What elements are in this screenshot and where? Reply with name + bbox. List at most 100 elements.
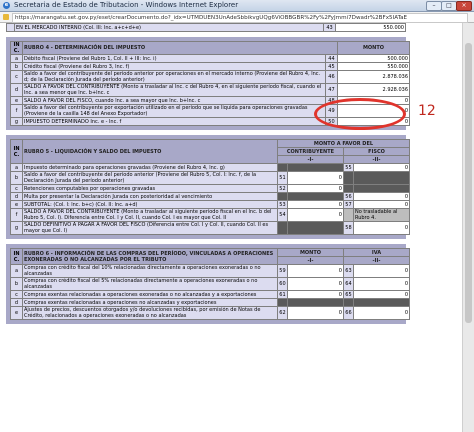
amount-field[interactable]: 0 xyxy=(286,290,344,299)
ie-icon: e xyxy=(3,2,10,9)
annotation-label: 12 xyxy=(418,103,436,119)
section-title: RUBRO 5 - LIQUIDACIÓN Y SALDO DEL IMPUES… xyxy=(22,139,278,164)
scrollbar-thumb[interactable] xyxy=(465,43,472,323)
row-label: Débito fiscal (Proviene del Rubro 1, Col… xyxy=(22,54,326,63)
amount-field[interactable]: 0 xyxy=(286,264,344,278)
box-number: 62 xyxy=(276,306,288,320)
amount-field[interactable]: 0 xyxy=(352,290,411,299)
row-inc: b xyxy=(10,277,23,291)
amount-field[interactable]: 2.878.036 xyxy=(337,70,410,84)
row-label: Saldo a favor del contribuyente del perí… xyxy=(22,171,278,185)
box-number xyxy=(276,221,288,235)
amount-field[interactable]: 0 xyxy=(352,163,411,172)
amount-field[interactable]: 0 xyxy=(352,221,411,235)
inc-header: INC. xyxy=(10,248,23,265)
table-row: a Débito fiscal (Proviene del Rubro 1, Co… xyxy=(10,54,410,63)
vertical-scrollbar[interactable] xyxy=(462,23,474,432)
disabled-cell xyxy=(286,163,344,172)
amount-field[interactable]: 0 xyxy=(352,264,411,278)
amount-field[interactable]: 0 xyxy=(286,277,344,291)
column-group-header: MONTO A FAVOR DEL xyxy=(276,139,411,148)
row-inc: c xyxy=(10,184,23,193)
row-inc: f xyxy=(10,104,23,118)
table-row: f SALDO A FAVOR DEL CONTRIBUYENTE (Monto … xyxy=(10,208,411,222)
box-number: 59 xyxy=(276,264,288,278)
amount-field[interactable]: 0 xyxy=(286,208,344,222)
row-inc: g xyxy=(10,221,23,235)
column-subheader: -II- xyxy=(342,155,411,164)
row-inc: g xyxy=(10,117,23,126)
annotation-circle xyxy=(314,98,406,130)
box-number: 46 xyxy=(324,70,339,84)
table-row: e Ajustes de precios, descuentos otorgado… xyxy=(10,306,411,320)
amount-field[interactable]: 0 xyxy=(352,277,411,291)
row-label: Compras exentas relacionadas a operacion… xyxy=(22,298,278,307)
box-number xyxy=(276,192,288,201)
column-header: MONTO xyxy=(337,41,410,55)
box-number: 54 xyxy=(276,208,288,222)
page-content: EN EL MERCADO INTERNO (Col. III: lnc. a+… xyxy=(0,23,474,432)
url-field[interactable]: https://marangatu.set.gov.py/eset/crearD… xyxy=(12,13,468,23)
box-number: 55 xyxy=(342,163,354,172)
amount-field[interactable]: 0 xyxy=(286,184,344,193)
disabled-cell xyxy=(352,184,411,193)
column-subheader: -I- xyxy=(276,155,344,164)
box-number: 60 xyxy=(276,277,288,291)
box-number: 66 xyxy=(342,306,354,320)
column-header: CONTRIBUYENTE xyxy=(276,147,344,156)
inc-header: INC. xyxy=(10,41,23,55)
box-number: 53 xyxy=(276,200,288,209)
box-number: 57 xyxy=(342,200,354,209)
row-label: Retenciones computables por operaciones … xyxy=(22,184,278,193)
disabled-cell xyxy=(352,171,411,185)
row-inc: a xyxy=(10,264,23,278)
amount-field[interactable]: 2.928.036 xyxy=(337,83,410,97)
row-inc: e xyxy=(10,96,23,105)
row-inc: c xyxy=(10,290,23,299)
row-label: SUBTOTAL: (Col. I: lnc. b+c) (Col. II: l… xyxy=(22,200,278,209)
row-label: Impuesto determinado para operaciones gr… xyxy=(22,163,278,172)
table-header: INC. RUBRO 5 - LIQUIDACIÓN Y SALDO DEL I… xyxy=(10,139,411,164)
close-button[interactable]: × xyxy=(456,1,472,11)
row-label: Compras con crédito fiscal del 5% relaci… xyxy=(22,277,278,291)
row-label: Compras con crédito fiscal del 10% relac… xyxy=(22,264,278,278)
row-inc: c xyxy=(10,70,23,84)
table-row: EN EL MERCADO INTERNO (Col. III: lnc. a+… xyxy=(6,23,406,32)
box-number xyxy=(276,298,288,307)
row-inc: b xyxy=(10,62,23,71)
maximize-button[interactable]: □ xyxy=(441,1,457,11)
box-number: 56 xyxy=(342,192,354,201)
minimize-button[interactable]: – xyxy=(426,1,442,11)
address-bar: https://marangatu.set.gov.py/eset/crearD… xyxy=(0,12,474,23)
amount-field[interactable]: 0 xyxy=(286,200,344,209)
amount-field[interactable]: 0 xyxy=(352,306,411,320)
box-number: 61 xyxy=(276,290,288,299)
row-inc: d xyxy=(10,83,23,97)
row-label: Crédito fiscal (Proviene del Rubro 3, ln… xyxy=(22,62,326,71)
box-number: 65 xyxy=(342,290,354,299)
box-number: 47 xyxy=(324,83,339,97)
amount-field[interactable]: 0 xyxy=(286,306,344,320)
note-text: No trasladable al Rubro 4. xyxy=(352,208,411,222)
amount-field[interactable]: 550.000 xyxy=(337,62,410,71)
table-row: b Saldo a favor del contribuyente del per… xyxy=(10,171,411,185)
amount-field[interactable]: 0 xyxy=(286,171,344,185)
row-label: SALDO A FAVOR DEL CONTRIBUYENTE (Monto a… xyxy=(22,83,326,97)
box-number: 64 xyxy=(342,277,354,291)
table-row: d SALDO A FAVOR DEL CONTRIBUYENTE (Monto … xyxy=(10,83,410,97)
table-row: c Saldo a favor del contribuyente del per… xyxy=(10,70,410,84)
amount-field[interactable]: 550.000 xyxy=(335,23,406,32)
row-label: IMPUESTO DETERMINADO Inc. e - lnc. f xyxy=(22,117,326,126)
disabled-cell xyxy=(352,298,411,307)
row-inc: d xyxy=(10,298,23,307)
row-inc: d xyxy=(10,192,23,201)
row-label: Saldo a favor del contribuyente por expo… xyxy=(22,104,326,118)
rubro6-table: INC. RUBRO 6 - INFORMACIÓN DE LAS COMPRA… xyxy=(10,248,411,320)
amount-field[interactable]: 0 xyxy=(352,200,411,209)
rubro5-table: INC. RUBRO 5 - LIQUIDACIÓN Y SALDO DEL I… xyxy=(10,139,411,235)
amount-field[interactable]: 0 xyxy=(352,192,411,201)
row-label: Saldo a favor del contribuyente del perí… xyxy=(22,70,326,84)
box-number xyxy=(342,298,354,307)
row-label: Multa por presentar la Declaración Jurad… xyxy=(22,192,278,201)
amount-field[interactable]: 500.000 xyxy=(337,54,410,63)
